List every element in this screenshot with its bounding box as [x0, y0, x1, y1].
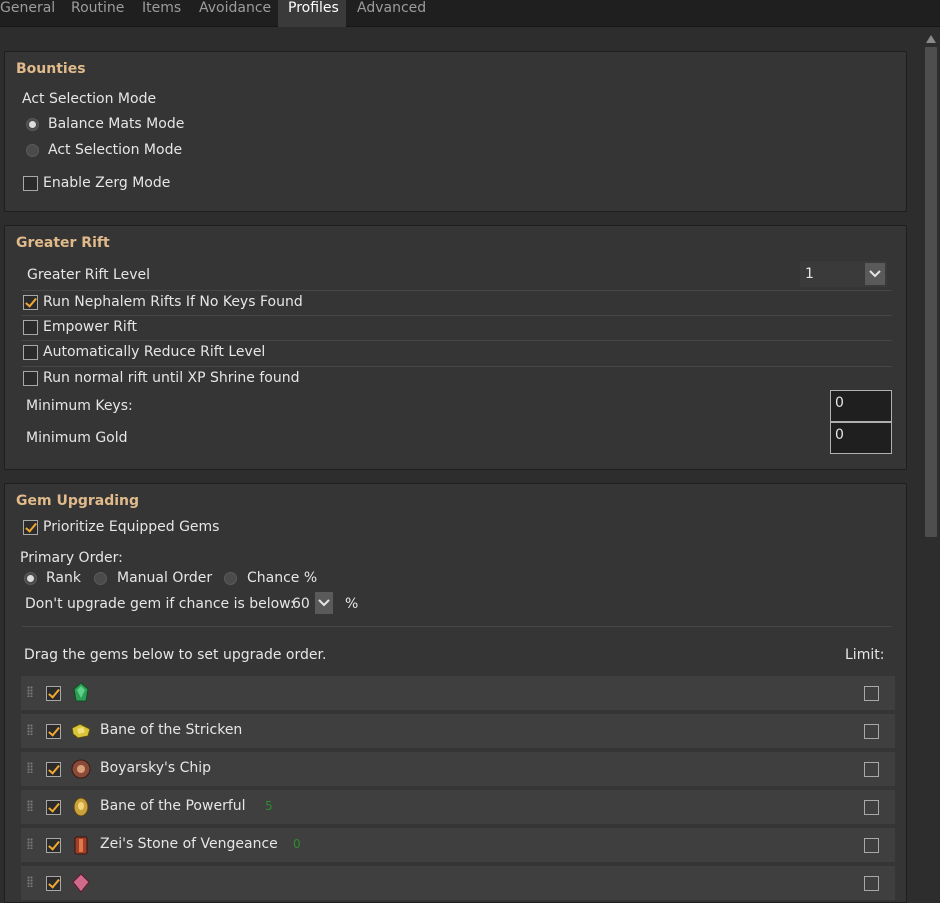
separator — [22, 315, 892, 316]
radio-act-selection-label[interactable]: Act Selection Mode — [48, 142, 182, 158]
radio-balance-mats-label[interactable]: Balance Mats Mode — [48, 116, 184, 132]
chevron-down-icon[interactable] — [315, 592, 333, 614]
gem-limit-checkbox[interactable] — [864, 686, 879, 701]
gem-limit-checkbox[interactable] — [864, 762, 879, 777]
gem-name: Zei's Stone of Vengeance — [100, 836, 278, 852]
radio-order-manual-label[interactable]: Manual Order — [117, 570, 212, 586]
empower-rift-label[interactable]: Empower Rift — [43, 319, 137, 335]
separator — [22, 340, 892, 341]
zeis-stone-gem-icon — [70, 834, 92, 856]
prioritize-equipped-label[interactable]: Prioritize Equipped Gems — [43, 519, 219, 535]
tab-routine[interactable]: Routine — [71, 0, 131, 27]
auto-reduce-label[interactable]: Automatically Reduce Rift Level — [43, 344, 265, 360]
xp-shrine-label[interactable]: Run normal rift until XP Shrine found — [43, 370, 299, 386]
xp-shrine-checkbox[interactable] — [23, 371, 38, 386]
radio-order-chance[interactable] — [224, 572, 237, 585]
tab-bar: General Routine Items Avoidance Profiles… — [0, 0, 940, 27]
tab-general[interactable]: General — [0, 0, 58, 27]
act-selection-mode-label: Act Selection Mode — [22, 91, 157, 107]
gem-enabled-checkbox[interactable] — [46, 800, 61, 815]
radio-order-rank-label[interactable]: Rank — [46, 570, 81, 586]
tab-advanced[interactable]: Advanced — [357, 0, 427, 27]
gem-row[interactable]: Zei's Stone of Vengeance 0 — [21, 828, 895, 862]
vertical-scrollbar[interactable] — [922, 27, 940, 888]
drag-hint-label: Drag the gems below to set upgrade order… — [24, 647, 327, 663]
drag-handle-icon[interactable] — [27, 876, 33, 887]
drag-handle-icon[interactable] — [27, 762, 33, 773]
radio-balance-mats[interactable] — [26, 118, 39, 131]
tab-items[interactable]: Items — [142, 0, 187, 27]
gem-row[interactable]: Bane of the Powerful 5 — [21, 790, 895, 824]
bane-of-the-powerful-gem-icon — [70, 796, 92, 818]
greater-rift-level-label: Greater Rift Level — [27, 267, 150, 283]
gem-limit-checkbox[interactable] — [864, 724, 879, 739]
scroll-thumb[interactable] — [925, 47, 937, 537]
drag-handle-icon[interactable] — [27, 724, 33, 735]
primary-order-label: Primary Order: — [20, 550, 123, 566]
bane-of-the-stricken-gem-icon — [70, 720, 92, 742]
gem-name: Boyarsky's Chip — [100, 760, 211, 776]
gem-enabled-checkbox[interactable] — [46, 686, 61, 701]
drag-handle-icon[interactable] — [27, 800, 33, 811]
drag-handle-icon[interactable] — [27, 838, 33, 849]
radio-act-selection[interactable] — [26, 144, 39, 157]
radio-order-rank[interactable] — [24, 572, 37, 585]
auto-reduce-checkbox[interactable] — [23, 345, 38, 360]
separator — [22, 366, 892, 367]
gem-enabled-checkbox[interactable] — [46, 762, 61, 777]
gem-name: Bane of the Powerful — [100, 798, 246, 814]
gem-level: 5 — [265, 799, 273, 813]
gem-row[interactable]: Bane of the Stricken — [21, 714, 895, 748]
prioritize-equipped-checkbox[interactable] — [23, 520, 38, 535]
tab-profiles[interactable]: Profiles — [278, 0, 346, 27]
tab-avoidance[interactable]: Avoidance — [199, 0, 274, 27]
gem-limit-checkbox[interactable] — [864, 800, 879, 815]
chance-threshold-combo[interactable]: 60 — [287, 592, 337, 616]
zerg-mode-label[interactable]: Enable Zerg Mode — [43, 175, 170, 191]
limit-header-label: Limit: — [845, 647, 885, 663]
bounties-panel: Bounties Act Selection Mode Balance Mats… — [4, 51, 907, 212]
run-nephalem-checkbox[interactable] — [23, 295, 38, 310]
gem-limit-checkbox[interactable] — [864, 876, 879, 891]
boyarskys-chip-gem-icon — [70, 758, 92, 780]
separator — [22, 290, 892, 291]
green-gem-icon — [70, 682, 92, 704]
greater-rift-level-value: 1 — [805, 266, 814, 282]
drag-handle-icon[interactable] — [27, 686, 33, 697]
minimum-gold-input[interactable]: 0 — [830, 422, 892, 454]
chance-unit-label: % — [345, 596, 359, 612]
bounties-title: Bounties — [16, 61, 86, 77]
radio-order-manual[interactable] — [94, 572, 107, 585]
greater-rift-level-combo[interactable]: 1 — [800, 261, 887, 287]
pink-gem-icon — [70, 872, 92, 894]
scroll-up-icon[interactable] — [926, 31, 936, 47]
gem-row[interactable] — [21, 866, 895, 900]
gem-enabled-checkbox[interactable] — [46, 838, 61, 853]
zerg-mode-checkbox[interactable] — [23, 176, 38, 191]
run-nephalem-label[interactable]: Run Nephalem Rifts If No Keys Found — [43, 294, 303, 310]
gem-upgrading-title: Gem Upgrading — [16, 493, 140, 509]
gem-level: 0 — [293, 837, 301, 851]
profiles-content: Bounties Act Selection Mode Balance Mats… — [0, 27, 922, 903]
greater-rift-title: Greater Rift — [16, 235, 110, 251]
gem-upgrading-panel: Gem Upgrading Prioritize Equipped Gems P… — [4, 483, 907, 903]
gem-enabled-checkbox[interactable] — [46, 876, 61, 891]
chance-threshold-label: Don't upgrade gem if chance is below: — [25, 596, 295, 612]
chevron-down-icon[interactable] — [865, 263, 885, 285]
empower-rift-checkbox[interactable] — [23, 320, 38, 335]
minimum-keys-input[interactable]: 0 — [830, 390, 892, 422]
gem-row[interactable]: Boyarsky's Chip — [21, 752, 895, 786]
separator — [22, 626, 892, 627]
minimum-keys-label: Minimum Keys: — [26, 398, 133, 414]
gem-limit-checkbox[interactable] — [864, 838, 879, 853]
radio-order-chance-label[interactable]: Chance % — [247, 570, 317, 586]
gem-row[interactable] — [21, 676, 895, 710]
gem-enabled-checkbox[interactable] — [46, 724, 61, 739]
minimum-gold-label: Minimum Gold — [26, 430, 128, 446]
gem-name: Bane of the Stricken — [100, 722, 243, 738]
chance-threshold-value: 60 — [292, 596, 310, 612]
greater-rift-panel: Greater Rift Greater Rift Level 1 Run Ne… — [4, 225, 907, 470]
